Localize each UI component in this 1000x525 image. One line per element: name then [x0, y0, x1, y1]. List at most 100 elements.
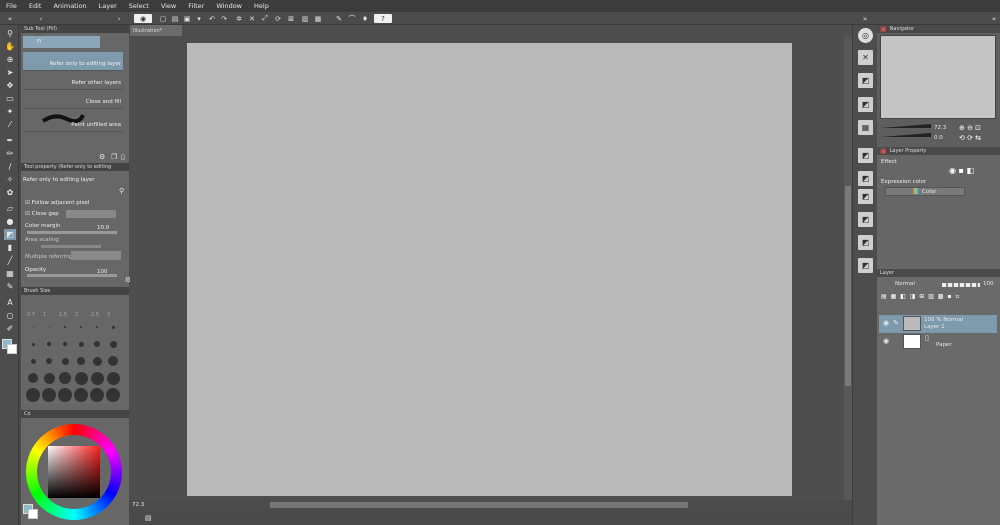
material-icon[interactable]: ◩: [858, 212, 873, 227]
menu-item-help[interactable]: Help: [248, 2, 275, 10]
rotate-icon[interactable]: ⟳: [273, 14, 283, 23]
timeline-icon[interactable]: ▤: [145, 514, 152, 522]
arrow-right-icon[interactable]: »: [860, 14, 870, 23]
blend-mode-select[interactable]: Normal: [879, 281, 929, 289]
eraser-icon[interactable]: ▱: [4, 203, 16, 214]
brush-size-option[interactable]: [95, 325, 99, 329]
multiple-referring-options[interactable]: [71, 251, 121, 260]
navigator-toggle-icon[interactable]: ◎: [858, 28, 873, 43]
effect-icons[interactable]: ◉ ▪ ◧: [949, 166, 974, 175]
canvas-paper[interactable]: [187, 43, 792, 496]
clear-icon[interactable]: ✕: [247, 14, 257, 23]
blend-icon[interactable]: ●: [4, 216, 16, 227]
brush-size-option[interactable]: [48, 326, 50, 328]
brush-size-option[interactable]: [80, 326, 82, 328]
lock-icon[interactable]: ✎: [893, 319, 899, 327]
brush-size-option[interactable]: [109, 340, 117, 348]
horizontal-scrollbar[interactable]: [270, 502, 688, 508]
deselect-icon[interactable]: ⊠: [286, 14, 296, 23]
figure-icon[interactable]: ╱: [4, 255, 16, 266]
brush-size-option[interactable]: [94, 341, 100, 347]
arrow-right-icon[interactable]: ›: [114, 14, 124, 23]
sub-view-icon[interactable]: ✕: [858, 50, 873, 65]
zoom-readout[interactable]: 72.3: [132, 502, 144, 508]
gradient-icon[interactable]: ▮: [4, 242, 16, 253]
move-icon[interactable]: ✥: [4, 80, 16, 91]
brush-size-option[interactable]: [59, 372, 71, 384]
invert-icon[interactable]: ▥: [300, 14, 310, 23]
saturation-box[interactable]: [48, 446, 100, 498]
brush-size-option[interactable]: [63, 342, 67, 346]
navigator-thumbnail[interactable]: [880, 35, 996, 119]
list-item[interactable]: Refer only to editing layer: [23, 52, 123, 71]
lasso-icon[interactable]: ⌒: [347, 14, 357, 23]
layer-row[interactable]: ◉ ▯ Paper: [879, 333, 997, 351]
magnifier-icon[interactable]: ⊕: [4, 54, 16, 65]
arrow-left-icon[interactable]: ‹: [36, 14, 46, 23]
menu-item-edit[interactable]: Edit: [23, 2, 48, 10]
tab-illustration[interactable]: Illustration*: [130, 25, 182, 36]
zoom-icon[interactable]: ⚲: [4, 28, 16, 39]
pen-icon[interactable]: ✎: [334, 14, 344, 23]
speech-balloon-icon[interactable]: ○: [4, 310, 16, 321]
visibility-icon[interactable]: ◉: [883, 337, 889, 345]
decoration-icon[interactable]: ✿: [4, 187, 16, 198]
eyedropper-icon[interactable]: ⁄: [4, 119, 16, 130]
subtool-group-field[interactable]: Fi: [23, 36, 100, 48]
material-icon[interactable]: ◩: [858, 258, 873, 273]
auto-select-icon[interactable]: ✦: [4, 106, 16, 117]
brush-size-option[interactable]: [31, 342, 35, 346]
menu-item-view[interactable]: View: [155, 2, 182, 10]
vertical-scroll-thumb[interactable]: [845, 186, 851, 386]
pattern-icon[interactable]: ▦: [858, 120, 873, 135]
fill-icon[interactable]: ◩: [4, 229, 16, 240]
undo-icon[interactable]: ↶: [207, 14, 217, 23]
checkbox-follow-adjacent[interactable]: ☑ Follow adjacent pixel: [25, 200, 89, 206]
brush-size-option[interactable]: [61, 357, 69, 365]
menu-item-file[interactable]: File: [0, 2, 23, 10]
brush-size-option[interactable]: [90, 388, 104, 402]
pen-icon[interactable]: ✒: [4, 135, 16, 146]
brush-size-option[interactable]: [74, 388, 88, 402]
layer-row[interactable]: ◉ ✎ 100 % Normal Layer 1: [879, 315, 997, 333]
color-margin-slider[interactable]: [27, 231, 117, 234]
opacity-slider[interactable]: [942, 283, 980, 287]
material-icon[interactable]: ◩: [858, 73, 873, 88]
list-item[interactable]: Close and fill: [23, 90, 123, 109]
brush-size-option[interactable]: [43, 372, 55, 384]
material-icon[interactable]: ◩: [858, 97, 873, 112]
redo-icon[interactable]: ↷: [219, 14, 229, 23]
list-item[interactable]: Refer other layers: [23, 71, 123, 90]
menu-item-animation[interactable]: Animation: [47, 2, 92, 10]
help-icon[interactable]: ?: [374, 14, 392, 23]
hand-icon[interactable]: ✋: [4, 41, 16, 52]
open-file-icon[interactable]: ▤: [170, 14, 180, 23]
zoom-slider[interactable]: [881, 124, 931, 128]
brush-size-option[interactable]: [106, 388, 120, 402]
brush-size-option[interactable]: [90, 371, 104, 385]
brush-icon[interactable]: ∕: [4, 161, 16, 172]
operation-icon[interactable]: ➤: [4, 67, 16, 78]
new-file-icon[interactable]: ▢: [158, 14, 168, 23]
brush-size-option[interactable]: [92, 356, 102, 366]
delete-icon[interactable]: ▯: [121, 153, 125, 161]
material-icon[interactable]: ◩: [858, 171, 873, 186]
material-icon[interactable]: ◩: [858, 148, 873, 163]
search-icon[interactable]: ⚲: [119, 187, 124, 195]
material-icon[interactable]: ◩: [858, 235, 873, 250]
text-icon[interactable]: A: [4, 297, 16, 308]
sub-color-swatch[interactable]: [7, 344, 17, 354]
brush-size-option[interactable]: [108, 356, 118, 366]
save-icon[interactable]: ▣: [182, 14, 192, 23]
brush-size-option[interactable]: [111, 325, 115, 329]
brush-size-option[interactable]: [26, 388, 40, 402]
vertical-scrollbar[interactable]: [844, 36, 852, 500]
menu-item-filter[interactable]: Filter: [182, 2, 210, 10]
selection-icon[interactable]: ▭: [4, 93, 16, 104]
brush-size-option[interactable]: [28, 373, 38, 383]
visibility-icon[interactable]: ◉: [883, 319, 889, 327]
zoom-in-icon[interactable]: ⊕ ⊖ ⊡: [959, 124, 981, 132]
menu-item-window[interactable]: Window: [210, 2, 248, 10]
area-scaling-slider[interactable]: [41, 245, 101, 248]
settings-icon[interactable]: ⚙: [99, 153, 105, 161]
